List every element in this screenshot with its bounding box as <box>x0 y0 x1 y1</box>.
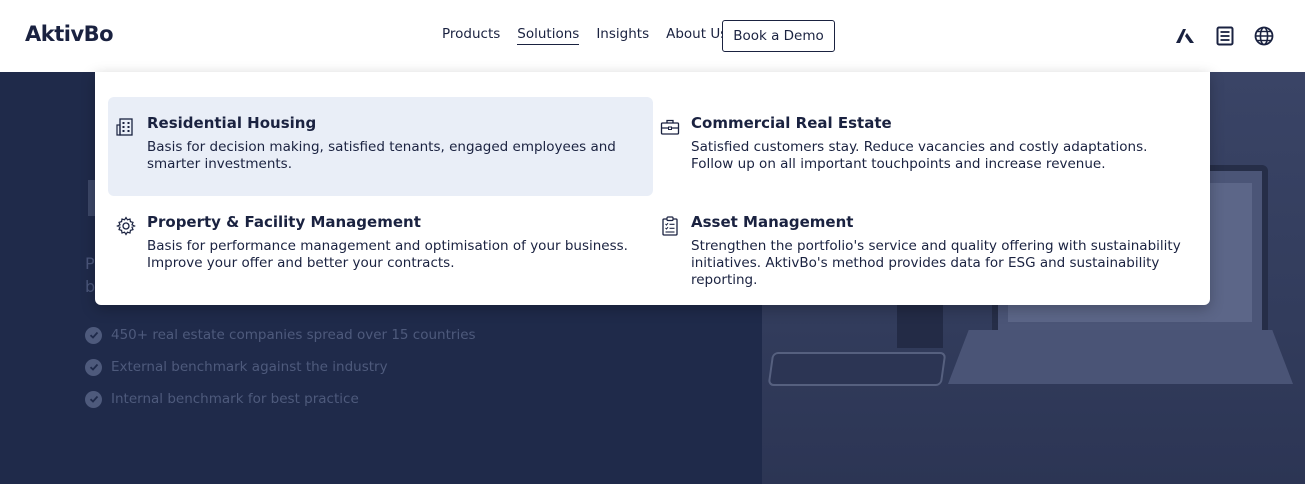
solution-title: Asset Management <box>691 213 854 231</box>
solution-residential-housing[interactable]: Residential Housing Basis for decision m… <box>108 97 653 196</box>
check-item: 450+ real estate companies spread over 1… <box>85 319 476 351</box>
checkmark-icon <box>85 390 102 408</box>
checkmark-icon <box>85 326 102 344</box>
solution-description: Satisfied customers stay. Reduce vacanci… <box>691 139 1148 172</box>
solution-asset-management[interactable]: Asset Management Strengthen the portfoli… <box>652 196 1197 295</box>
nav-about-us[interactable]: About Us <box>666 26 727 45</box>
cup-image <box>897 300 943 348</box>
solution-property-facility-management[interactable]: Property & Facility Management Basis for… <box>108 196 653 295</box>
solution-title: Commercial Real Estate <box>691 114 892 132</box>
briefcase-icon <box>660 117 680 137</box>
solutions-dropdown: Residential Housing Basis for decision m… <box>95 72 1210 305</box>
laptop-base-image <box>948 330 1293 384</box>
feature-checklist: 450+ real estate companies spread over 1… <box>85 319 476 415</box>
building-icon <box>116 117 136 137</box>
clipboard-icon <box>660 216 680 236</box>
book-demo-button[interactable]: Book a Demo <box>722 20 835 52</box>
check-text: 450+ real estate companies spread over 1… <box>111 327 476 343</box>
nav-insights[interactable]: Insights <box>596 26 649 45</box>
solution-description: Basis for decision making, satisfied ten… <box>147 139 616 172</box>
hero-subtitle: P <box>85 254 95 273</box>
logo[interactable]: AktivBo <box>25 22 114 46</box>
check-item: External benchmark against the industry <box>85 351 476 383</box>
check-text: Internal benchmark for best practice <box>111 391 359 407</box>
nav-solutions[interactable]: Solutions <box>517 26 580 45</box>
nav-products[interactable]: Products <box>442 26 500 45</box>
checkmark-icon <box>85 358 102 376</box>
aktivbo-brand-icon[interactable] <box>1175 26 1195 46</box>
solution-description: Basis for performance management and opt… <box>147 238 628 271</box>
check-text: External benchmark against the industry <box>111 359 388 375</box>
solution-title: Property & Facility Management <box>147 213 421 231</box>
check-item: Internal benchmark for best practice <box>85 383 476 415</box>
gear-icon <box>116 216 136 236</box>
hero-subtitle-line2: b <box>85 277 96 296</box>
solution-description: Strengthen the portfolio's service and q… <box>691 238 1181 288</box>
solution-commercial-real-estate[interactable]: Commercial Real Estate Satisfied custome… <box>652 97 1197 196</box>
main-nav: Products Solutions Insights About Us <box>442 26 727 45</box>
phone-image <box>767 352 947 386</box>
globe-icon[interactable] <box>1254 26 1274 46</box>
solution-title: Residential Housing <box>147 114 317 132</box>
document-list-icon[interactable] <box>1215 26 1235 46</box>
site-header: AktivBo Products Solutions Insights Abou… <box>0 0 1305 72</box>
